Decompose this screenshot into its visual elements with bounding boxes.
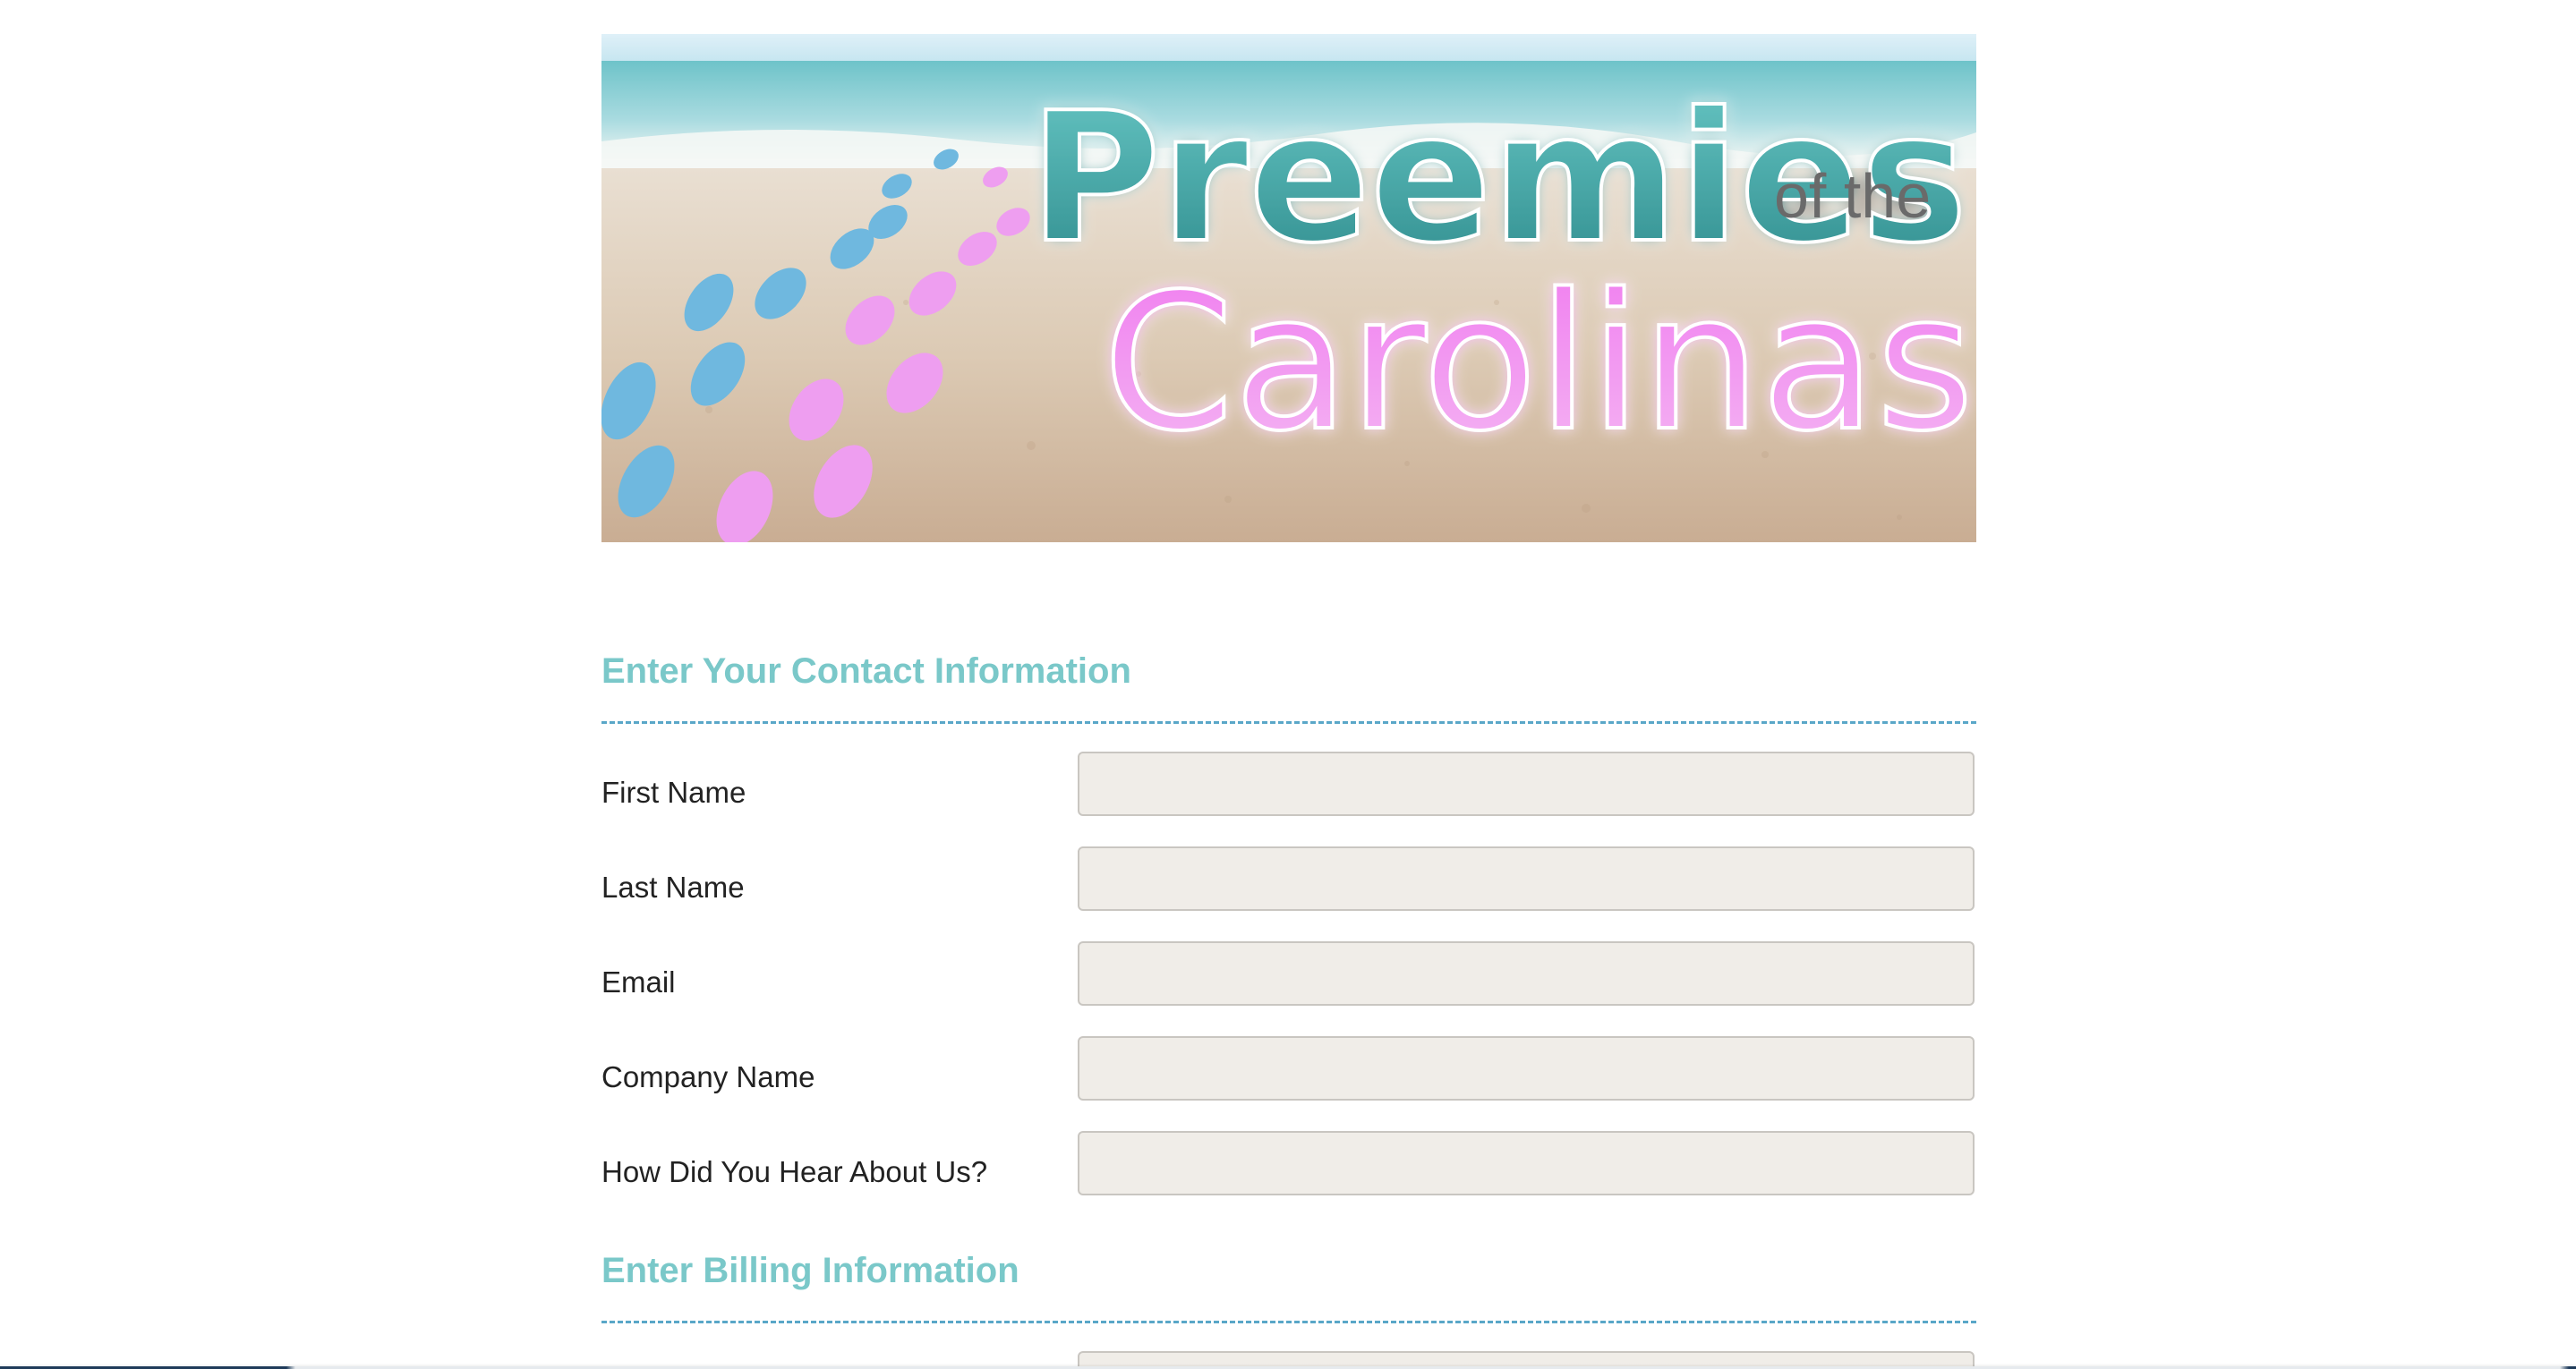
banner-image: Preemies of the Carolinas — [601, 34, 1976, 542]
first-name-label: First Name — [601, 776, 746, 809]
logo-line2: Carolinas — [1103, 253, 1974, 472]
header-banner: Preemies of the Carolinas — [601, 34, 1976, 542]
contact-section-heading: Enter Your Contact Information — [601, 651, 1131, 691]
company-name-input[interactable] — [1078, 1036, 1975, 1101]
company-name-label: Company Name — [601, 1060, 815, 1093]
logo: Preemies of the Carolinas — [1028, 72, 1975, 474]
referral-label: How Did You Hear About Us? — [601, 1155, 988, 1188]
logo-line1-small: of the — [1774, 161, 1931, 231]
billing-section-heading: Enter Billing Information — [601, 1251, 1019, 1290]
email-input[interactable] — [1078, 941, 1975, 1006]
first-name-input[interactable] — [1078, 752, 1975, 816]
last-name-label: Last Name — [601, 871, 745, 904]
email-label: Email — [601, 965, 676, 999]
page: Preemies of the Carolinas Enter Your Con… — [0, 0, 2576, 1369]
last-name-input[interactable] — [1078, 846, 1975, 911]
contact-section-divider — [601, 721, 1976, 724]
billing-section-divider — [601, 1321, 1976, 1323]
referral-input[interactable] — [1078, 1131, 1975, 1195]
